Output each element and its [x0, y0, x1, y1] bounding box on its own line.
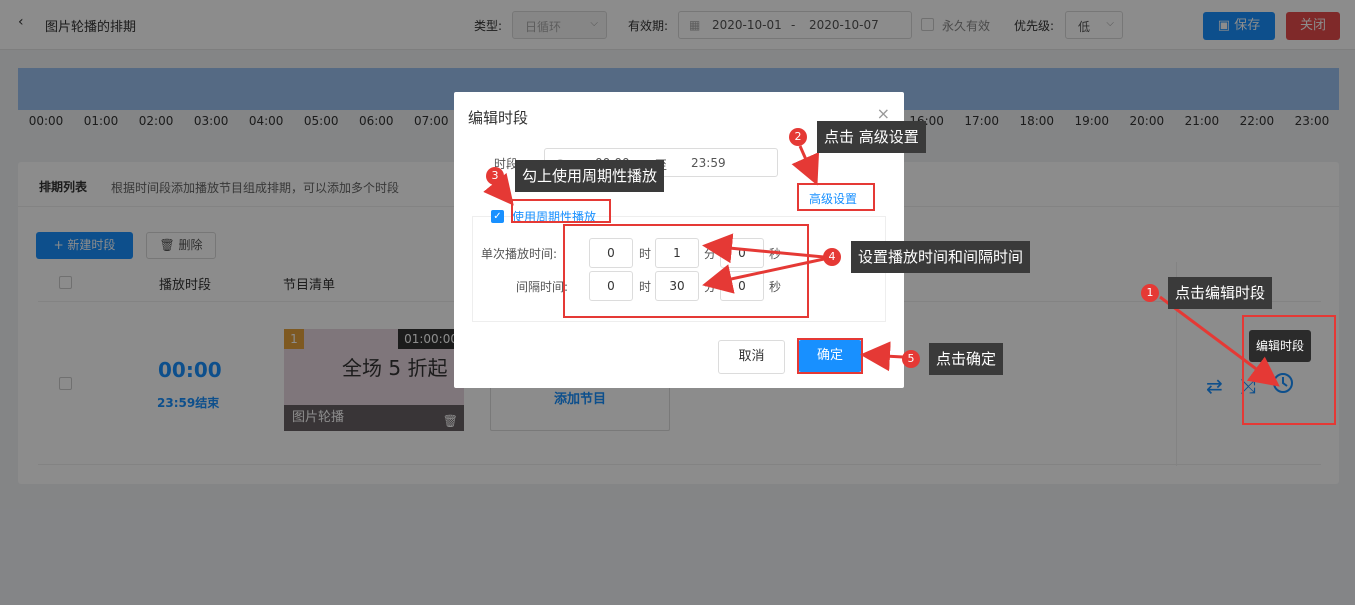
step-5-tip: 点击确定 — [929, 343, 1004, 375]
arrow-4a — [702, 233, 825, 264]
step-3-tip: 勾上使用周期性播放 — [515, 160, 665, 192]
step-2-badge: 2 — [789, 128, 807, 146]
arrow-2 — [791, 145, 820, 186]
arrow-4b — [702, 257, 825, 294]
annotation-arrows — [483, 145, 1280, 387]
arrow-3 — [483, 172, 514, 206]
step-1-badge: 1 — [1141, 284, 1159, 302]
step-4-tip: 设置播放时间和间隔时间 — [851, 241, 1031, 273]
step-2-tip: 点击 高级设置 — [817, 121, 926, 153]
step-3-badge: 3 — [486, 167, 504, 185]
arrow-1 — [1159, 295, 1280, 387]
step-4-badge: 4 — [823, 248, 841, 266]
step-5-badge: 5 — [902, 350, 920, 368]
step-1-tip: 点击编辑时段 — [1168, 277, 1273, 309]
arrow-5 — [860, 341, 904, 372]
